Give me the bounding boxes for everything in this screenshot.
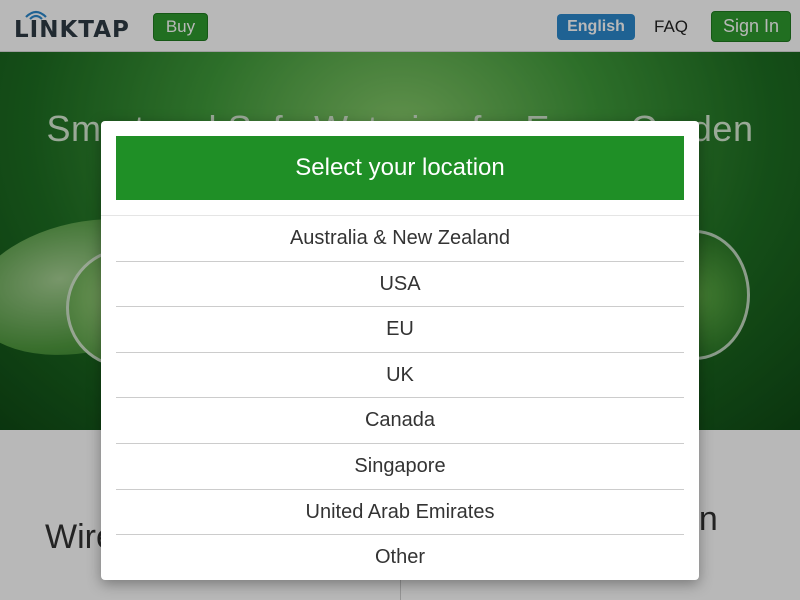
location-option-uk[interactable]: UK	[116, 353, 684, 399]
location-option-eu[interactable]: EU	[116, 307, 684, 353]
location-modal: Select your location Australia & New Zea…	[101, 121, 699, 580]
location-option-singapore[interactable]: Singapore	[116, 444, 684, 490]
location-option-usa[interactable]: USA	[116, 262, 684, 308]
modal-title: Select your location	[116, 136, 684, 200]
location-option-uae[interactable]: United Arab Emirates	[116, 490, 684, 536]
location-list: Australia & New Zealand USA EU UK Canada…	[116, 216, 684, 581]
location-option-australia-nz[interactable]: Australia & New Zealand	[116, 216, 684, 262]
location-option-canada[interactable]: Canada	[116, 398, 684, 444]
location-option-other[interactable]: Other	[116, 535, 684, 581]
